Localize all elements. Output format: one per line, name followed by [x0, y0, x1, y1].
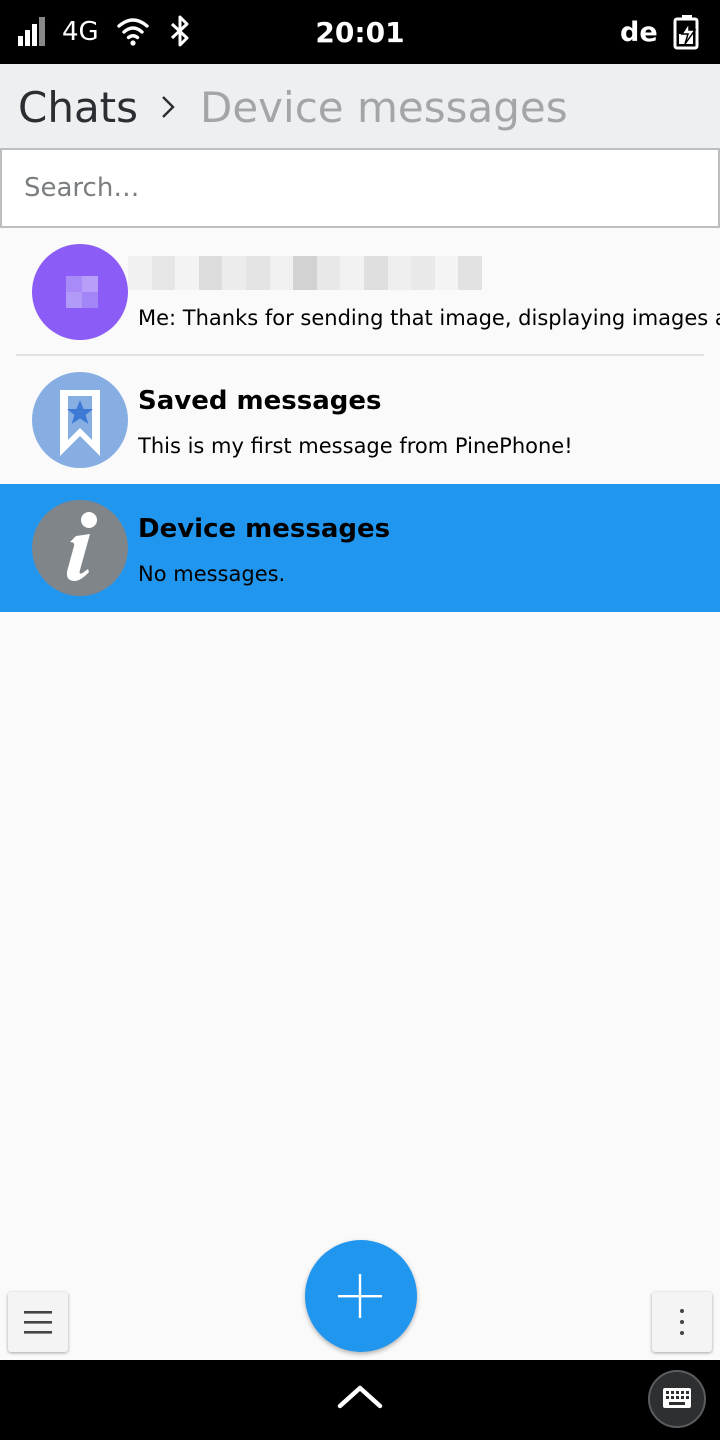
hamburger-icon: [24, 1311, 52, 1334]
status-bar: 4G 20:01 de: [0, 0, 720, 64]
kebab-icon: [680, 1309, 684, 1335]
chat-preview: Me: Thanks for sending that image, displ…: [138, 306, 720, 330]
search-box[interactable]: [0, 148, 720, 228]
bookmark-star-icon: [60, 390, 100, 456]
avatar: [32, 372, 128, 468]
chat-list-page: Chats Device messages Me: Thanks for sen…: [0, 64, 720, 1360]
avatar: [32, 244, 128, 340]
chat-preview: This is my first message from PinePhone!: [138, 434, 573, 458]
plus-icon: [338, 1274, 382, 1318]
search-input[interactable]: [2, 150, 718, 226]
chat-name: Saved messages: [138, 386, 382, 416]
chat-name: Device messages: [138, 514, 391, 544]
chat-item-saved-messages[interactable]: Saved messages This is my first message …: [0, 356, 720, 484]
chevron-up-icon[interactable]: [336, 1382, 384, 1412]
breadcrumb-chats[interactable]: Chats: [18, 82, 138, 134]
breadcrumb-current[interactable]: Device messages: [200, 82, 568, 134]
keyboard-layout-indicator[interactable]: de: [620, 16, 658, 50]
menu-button[interactable]: [8, 1292, 68, 1352]
avatar: [32, 500, 128, 596]
chat-preview: No messages.: [138, 562, 286, 586]
clock: 20:01: [315, 16, 405, 49]
chat-item-device-messages[interactable]: Device messages No messages.: [0, 484, 720, 612]
overflow-menu-button[interactable]: [652, 1292, 712, 1352]
chat-item-contact[interactable]: Me: Thanks for sending that image, displ…: [0, 228, 720, 356]
contact-name-redacted: [128, 256, 482, 290]
navigation-bar: [0, 1360, 720, 1440]
avatar-pixel-image: [66, 276, 98, 308]
header-bar: Chats Device messages: [0, 64, 720, 148]
keyboard-icon: [663, 1388, 691, 1408]
info-icon: [66, 512, 97, 581]
keyboard-toggle-button[interactable]: [648, 1370, 706, 1428]
chevron-right-icon: [162, 96, 175, 118]
new-chat-button[interactable]: [305, 1240, 417, 1352]
battery-charging-icon: [673, 15, 699, 50]
